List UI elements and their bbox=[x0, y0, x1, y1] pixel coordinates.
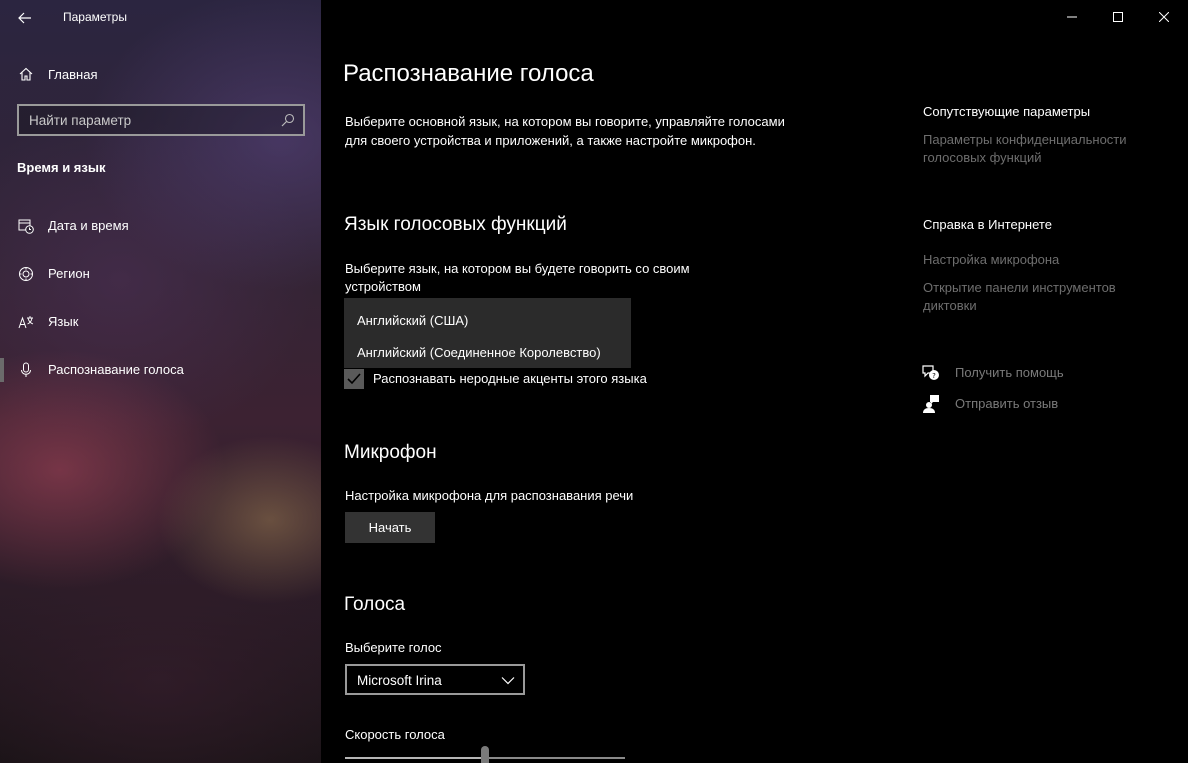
sidebar-item-label: Дата и время bbox=[48, 218, 129, 233]
sidebar-item-label: Язык bbox=[48, 314, 79, 329]
language-icon bbox=[18, 316, 34, 329]
voice-speed-thumb[interactable] bbox=[481, 746, 489, 763]
back-button[interactable] bbox=[8, 4, 42, 32]
voice-select-label: Выберите голос bbox=[345, 640, 442, 655]
voice-select[interactable]: Microsoft Irina bbox=[345, 664, 525, 695]
option-label: Английский (Соединенное Королевство) bbox=[357, 345, 601, 360]
web-help-heading: Справка в Интернете bbox=[923, 217, 1052, 232]
search-placeholder: Найти параметр bbox=[29, 113, 132, 128]
globe-icon bbox=[19, 267, 33, 281]
close-icon bbox=[1159, 12, 1169, 22]
home-nav-item[interactable]: Главная bbox=[0, 58, 321, 90]
sidebar-item-region[interactable]: Регион bbox=[0, 254, 321, 294]
microphone-icon bbox=[21, 362, 31, 377]
main-content: Распознавание голоса Выберите основной я… bbox=[321, 0, 1188, 763]
search-icon bbox=[281, 113, 295, 127]
minimize-icon bbox=[1067, 16, 1077, 18]
close-button[interactable] bbox=[1141, 0, 1187, 34]
option-label: Английский (США) bbox=[357, 313, 469, 328]
back-arrow-icon bbox=[18, 12, 31, 24]
page-title: Распознавание голоса bbox=[343, 60, 594, 87]
selection-indicator bbox=[0, 358, 4, 382]
privacy-settings-link[interactable]: Параметры конфиденциальности голосовых ф… bbox=[923, 131, 1163, 167]
feedback-icon bbox=[923, 395, 939, 413]
help-chat-icon: ? bbox=[922, 365, 939, 380]
section-title: Время и язык bbox=[17, 160, 106, 175]
microphone-prompt: Настройка микрофона для распознавания ре… bbox=[345, 488, 634, 503]
related-settings-heading: Сопутствующие параметры bbox=[923, 104, 1091, 119]
speech-language-prompt: Выберите язык, на котором вы будете гово… bbox=[345, 261, 690, 294]
svg-text:?: ? bbox=[932, 372, 936, 380]
home-label: Главная bbox=[48, 67, 98, 82]
settings-window: Параметры Главная Найти параметр Время и… bbox=[0, 0, 1188, 763]
voice-speed-fill bbox=[345, 757, 485, 759]
app-title: Параметры bbox=[63, 10, 127, 24]
home-icon bbox=[19, 67, 33, 81]
voice-select-value: Microsoft Irina bbox=[357, 673, 442, 688]
language-dropdown-list: Английский (США) Английский (Соединенное… bbox=[344, 298, 631, 368]
sidebar-item-speech[interactable]: Распознавание голоса bbox=[0, 350, 321, 390]
accent-checkbox[interactable] bbox=[344, 369, 364, 389]
language-option-uk[interactable]: Английский (Соединенное Королевство) bbox=[344, 333, 631, 365]
sidebar-item-language[interactable]: Язык bbox=[0, 302, 321, 342]
chevron-down-icon bbox=[501, 677, 515, 685]
microphone-heading: Микрофон bbox=[344, 442, 437, 463]
voices-heading: Голоса bbox=[344, 594, 406, 615]
sidebar-item-label: Распознавание голоса bbox=[48, 362, 184, 377]
get-help-label: Получить помощь bbox=[955, 365, 1064, 380]
page-description: Выберите основной язык, на котором вы го… bbox=[345, 114, 785, 148]
search-input[interactable]: Найти параметр bbox=[17, 104, 305, 136]
minimize-button[interactable] bbox=[1049, 0, 1095, 34]
calendar-clock-icon bbox=[18, 219, 34, 234]
dictation-toolbar-link[interactable]: Открытие панели инструментов диктовки bbox=[923, 279, 1163, 315]
accent-checkbox-label: Распознавать неродные акценты этого язык… bbox=[373, 371, 647, 386]
voice-speed-label: Скорость голоса bbox=[345, 727, 445, 742]
mic-setup-link[interactable]: Настройка микрофона bbox=[923, 251, 1163, 269]
sidebar: Параметры Главная Найти параметр Время и… bbox=[0, 0, 321, 763]
checkmark-icon bbox=[347, 373, 361, 385]
language-option-us[interactable]: Английский (США) bbox=[344, 301, 631, 333]
sidebar-item-date-time[interactable]: Дата и время bbox=[0, 206, 321, 246]
start-button[interactable]: Начать bbox=[345, 512, 435, 543]
send-feedback-label: Отправить отзыв bbox=[955, 396, 1059, 411]
sidebar-item-label: Регион bbox=[48, 266, 90, 281]
maximize-icon bbox=[1113, 12, 1123, 22]
speech-language-heading: Язык голосовых функций bbox=[344, 214, 567, 235]
maximize-button[interactable] bbox=[1095, 0, 1141, 34]
